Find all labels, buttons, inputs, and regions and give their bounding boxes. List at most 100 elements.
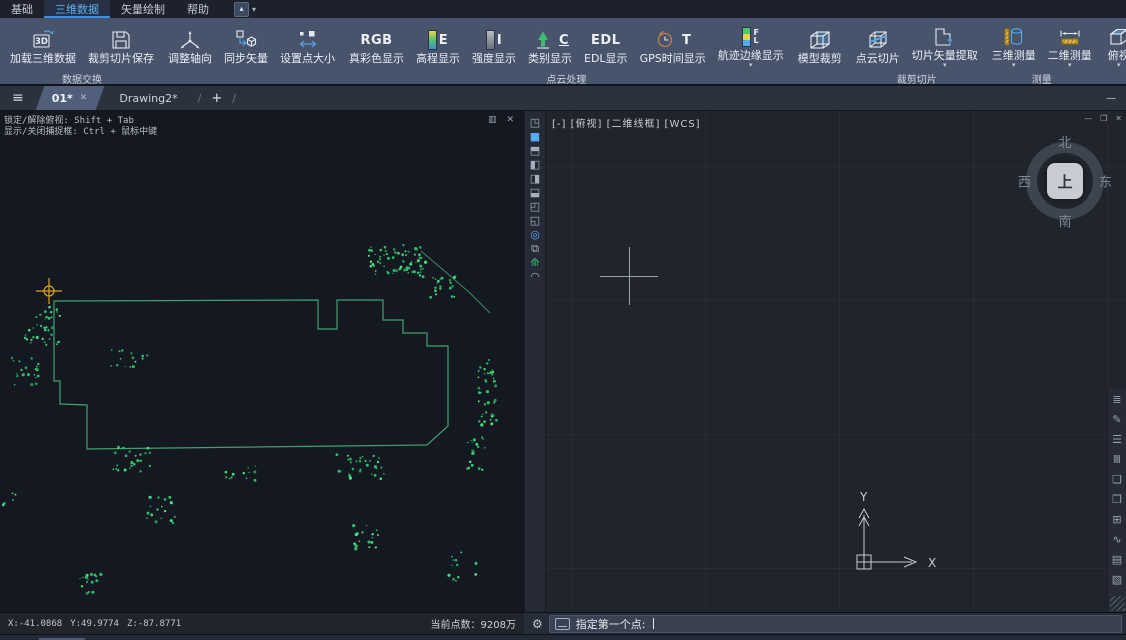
chevron-down-icon[interactable]: ▾ bbox=[1117, 62, 1121, 68]
bracket-box-icon[interactable]: ⊞ bbox=[1112, 514, 1121, 525]
adjust-axis-button[interactable]: 调整轴向 bbox=[162, 26, 218, 65]
tab-separator: / bbox=[232, 92, 236, 105]
sync-box-icon[interactable]: ⧉ bbox=[531, 243, 539, 254]
line-list-icon[interactable]: ☰ bbox=[1112, 434, 1122, 445]
point-cloud-dot bbox=[437, 280, 440, 283]
point-cloud-dot bbox=[383, 473, 385, 475]
hamburger-menu-icon[interactable]: ≡ bbox=[0, 90, 36, 106]
minimize-icon[interactable]: — bbox=[1084, 114, 1092, 123]
restore-icon[interactable]: ❐ bbox=[1100, 114, 1107, 123]
compass-west[interactable]: 西 bbox=[1018, 172, 1031, 191]
menu-item[interactable]: 矢量绘制 bbox=[110, 0, 176, 18]
menu-item[interactable]: 三维数据 bbox=[44, 0, 110, 18]
gear-icon[interactable]: ⚙ bbox=[532, 617, 543, 631]
point-cloud-dot bbox=[35, 316, 37, 318]
column-beam-icon[interactable]: Ⅲ bbox=[1113, 454, 1121, 465]
close-icon[interactable]: ✕ bbox=[1115, 114, 1122, 123]
cubes-icon[interactable]: ❒ bbox=[1112, 494, 1122, 505]
chevron-down-icon[interactable]: ▾ bbox=[1068, 62, 1072, 68]
measure-2d-button[interactable]: 二维测量▾ bbox=[1042, 23, 1098, 68]
view-left-icon[interactable]: ◧ bbox=[530, 159, 540, 170]
close-pane-icon[interactable]: ✕ bbox=[506, 115, 514, 125]
close-icon[interactable]: ✕ bbox=[80, 93, 88, 103]
chevron-down-icon[interactable]: ▾ bbox=[252, 5, 256, 14]
drawing-viewport[interactable]: [-] [俯视] [二维线框] [WCS] — ❐ ✕ 北 南 西 东 上 bbox=[546, 111, 1126, 612]
model-clip-button[interactable]: 模型裁剪 bbox=[792, 26, 848, 65]
panel-collapse-icon[interactable]: ▴ bbox=[234, 2, 249, 17]
class-display-button[interactable]: C类别显示 bbox=[522, 26, 578, 65]
point-cloud-dot bbox=[168, 496, 171, 499]
point-cloud-dot bbox=[416, 249, 418, 251]
compass-east[interactable]: 东 bbox=[1099, 172, 1112, 191]
compass-north[interactable]: 北 bbox=[1058, 132, 1071, 151]
track-edge-button[interactable]: FL航迹边缘显示▾ bbox=[712, 23, 790, 68]
compass-up-button[interactable]: 上 bbox=[1047, 163, 1083, 199]
collapse-ribbon-icon[interactable]: — bbox=[1106, 93, 1116, 104]
document-tab[interactable]: 01*✕ bbox=[36, 86, 104, 110]
edit-pencil-icon[interactable]: ✎ bbox=[1112, 414, 1121, 425]
class-display-icon: C bbox=[531, 27, 569, 53]
document-tab[interactable]: Drawing2* bbox=[103, 86, 193, 110]
intensity-display-button[interactable]: I强度显示 bbox=[466, 26, 522, 65]
slice-vector-button[interactable]: 切片矢量提取▾ bbox=[906, 23, 984, 68]
sync-vector-button[interactable]: 同步矢量 bbox=[218, 26, 274, 65]
cloud-slice-button[interactable]: 点云切片 bbox=[850, 26, 906, 65]
point-cloud-dot bbox=[157, 496, 159, 498]
point-size-button[interactable]: 设置点大小 bbox=[274, 26, 341, 65]
view-top-icon[interactable]: ⬒ bbox=[530, 145, 540, 156]
point-cloud-dot bbox=[435, 293, 437, 295]
top-view-button[interactable]: 俯视▾ bbox=[1100, 23, 1126, 68]
point-cloud-dot bbox=[375, 546, 377, 548]
chevron-down-icon[interactable]: ▾ bbox=[1012, 62, 1016, 68]
point-cloud-dot bbox=[417, 259, 420, 262]
ribbon-panel-toggle[interactable]: ▴ ▾ bbox=[234, 0, 256, 18]
lock-view-eye-icon[interactable]: ◎ bbox=[530, 229, 540, 240]
dwg-chip-icon[interactable]: ▤ bbox=[1112, 554, 1122, 565]
chevron-down-icon[interactable]: ▾ bbox=[749, 62, 753, 68]
layers-bulb-icon[interactable]: ≣ bbox=[1112, 394, 1121, 405]
point-cloud-viewport[interactable]: 锁定/解除俯视: Shift + Tab 显示/关闭捕捉框: Ctrl + 鼠标… bbox=[0, 111, 524, 612]
point-cloud-dot bbox=[48, 317, 51, 320]
point-cloud-dot bbox=[82, 577, 83, 578]
elevation-display-button[interactable]: E高程显示 bbox=[410, 26, 466, 65]
view-sw-iso-icon[interactable]: ◰ bbox=[530, 201, 540, 212]
dome-view-icon[interactable]: ◠ bbox=[530, 271, 540, 282]
point-cloud-dot bbox=[121, 349, 123, 351]
edl-display-button[interactable]: EDLEDL显示 bbox=[578, 26, 634, 65]
view-right-icon[interactable]: ◨ bbox=[530, 173, 540, 184]
point-cloud-dot bbox=[95, 579, 98, 582]
view-back-icon[interactable]: ⬓ bbox=[530, 187, 540, 198]
adjust-axis-icon bbox=[177, 27, 203, 53]
new-tab-button[interactable]: + bbox=[211, 91, 222, 106]
blocks-icon[interactable]: ❏ bbox=[1112, 474, 1122, 485]
point-cloud-dot bbox=[491, 369, 493, 371]
view-compass[interactable]: 北 南 西 东 上 bbox=[1017, 133, 1113, 229]
point-cloud-dot bbox=[422, 275, 425, 278]
polyline-icon[interactable]: ∿ bbox=[1112, 534, 1121, 545]
pin-panel-icon[interactable]: ▥ bbox=[488, 115, 497, 125]
slope-arrow-icon[interactable]: ⟰ bbox=[530, 257, 539, 268]
gps-time-button[interactable]: TGPS时间显示 bbox=[634, 26, 712, 65]
point-cloud-dot bbox=[371, 474, 373, 476]
menu-item[interactable]: 帮助 bbox=[176, 0, 220, 18]
point-cloud-dot bbox=[35, 377, 36, 378]
point-cloud-dot bbox=[454, 275, 456, 277]
view-iso-cube-icon[interactable]: ◳ bbox=[530, 117, 540, 128]
menu-item[interactable]: 基础 bbox=[0, 0, 44, 18]
view-front-icon[interactable]: ■ bbox=[530, 131, 540, 142]
point-cloud-dot bbox=[27, 373, 30, 376]
command-input[interactable]: 指定第一个点: bbox=[549, 615, 1122, 633]
load-3d-button[interactable]: 3D加载三维数据 bbox=[4, 26, 82, 65]
ribbon-button-label: 类别显示 bbox=[528, 53, 572, 65]
compass-south[interactable]: 南 bbox=[1058, 211, 1071, 230]
point-cloud-canvas[interactable] bbox=[0, 111, 524, 612]
point-cloud-dot bbox=[478, 387, 481, 390]
rgb-edit-icon[interactable]: ▧ bbox=[1112, 574, 1122, 585]
save-slice-button[interactable]: 裁剪切片保存 bbox=[82, 26, 160, 65]
measure-3d-button[interactable]: 三维测量▾ bbox=[986, 23, 1042, 68]
viewport-header[interactable]: [-] [俯视] [二维线框] [WCS] bbox=[552, 115, 701, 130]
resize-grip[interactable] bbox=[1110, 596, 1125, 611]
chevron-down-icon[interactable]: ▾ bbox=[943, 62, 947, 68]
view-se-iso-icon[interactable]: ◱ bbox=[530, 215, 540, 226]
rgb-display-button[interactable]: RGB真彩色显示 bbox=[343, 26, 410, 65]
